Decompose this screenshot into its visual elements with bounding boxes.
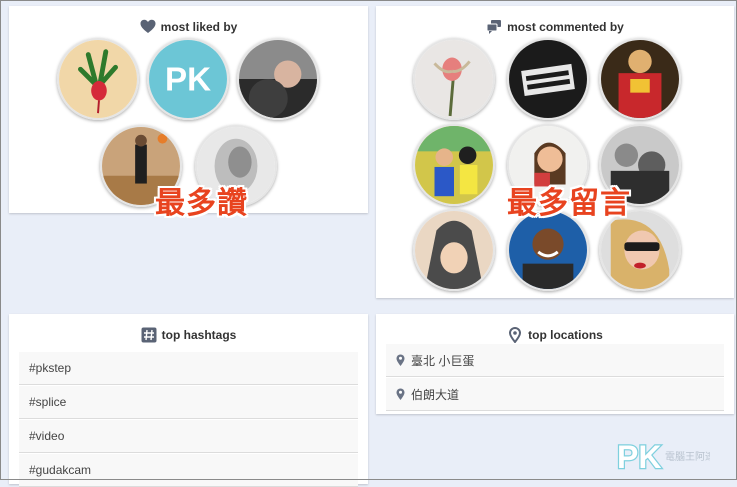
pk-logo-text: PK: [165, 62, 211, 99]
liked-avatar-2[interactable]: PK: [147, 38, 229, 120]
top-locations-title: top locations: [528, 328, 603, 342]
top-locations-card: top locations 臺北 小巨蛋 伯朗大道: [376, 314, 734, 414]
top-locations-header: top locations: [376, 326, 734, 344]
hashtag-item-3[interactable]: #video: [19, 420, 358, 453]
most-liked-overlay: 最多讚: [155, 186, 248, 221]
commented-avatar-4[interactable]: [413, 124, 495, 206]
commented-avatar-3[interactable]: [599, 38, 681, 120]
commented-avatar-7[interactable]: [413, 209, 495, 291]
location-item-label: 臺北 小巨蛋: [411, 353, 475, 368]
hashtag-item-2[interactable]: #splice: [19, 386, 358, 419]
most-liked-title: most liked by: [160, 20, 238, 34]
location-item-2[interactable]: 伯朗大道: [386, 378, 724, 411]
top-hashtags-header: top hashtags: [9, 326, 368, 344]
top-hashtags-card: top hashtags #pkstep #splice #video #gud…: [9, 314, 368, 487]
watermark-logo-text: PK: [617, 439, 661, 474]
most-commented-overlay: 最多留言: [507, 186, 631, 221]
hashtag-item-4[interactable]: #gudakcam: [19, 454, 358, 487]
most-liked-card: most liked by PK 最多讚: [9, 6, 368, 221]
location-pin-icon: [396, 354, 405, 366]
top-hashtags-title: top hashtags: [161, 328, 237, 342]
pk-watermark-logo: PK 電腦王阿達: [615, 438, 715, 477]
liked-avatar-1[interactable]: [57, 38, 139, 120]
hashtag-item-1[interactable]: #pkstep: [19, 352, 358, 385]
watermark-sub-text: 電腦王阿達: [665, 450, 710, 463]
most-commented-header: most commented by: [376, 18, 734, 36]
most-commented-card: most commented by 最多留言: [376, 6, 734, 298]
location-pin-icon: [396, 388, 405, 400]
liked-avatar-3[interactable]: [237, 38, 319, 120]
location-pin-icon: [509, 327, 522, 343]
commented-avatar-2[interactable]: [507, 38, 589, 120]
location-item-label: 伯朗大道: [411, 387, 460, 402]
most-liked-header: most liked by: [9, 18, 368, 36]
location-item-1[interactable]: 臺北 小巨蛋: [386, 344, 724, 377]
commented-avatar-1[interactable]: [413, 38, 495, 120]
hashtag-icon: [141, 327, 157, 343]
heart-icon: [140, 19, 156, 33]
comments-icon: [486, 20, 502, 34]
most-commented-title: most commented by: [507, 20, 624, 34]
